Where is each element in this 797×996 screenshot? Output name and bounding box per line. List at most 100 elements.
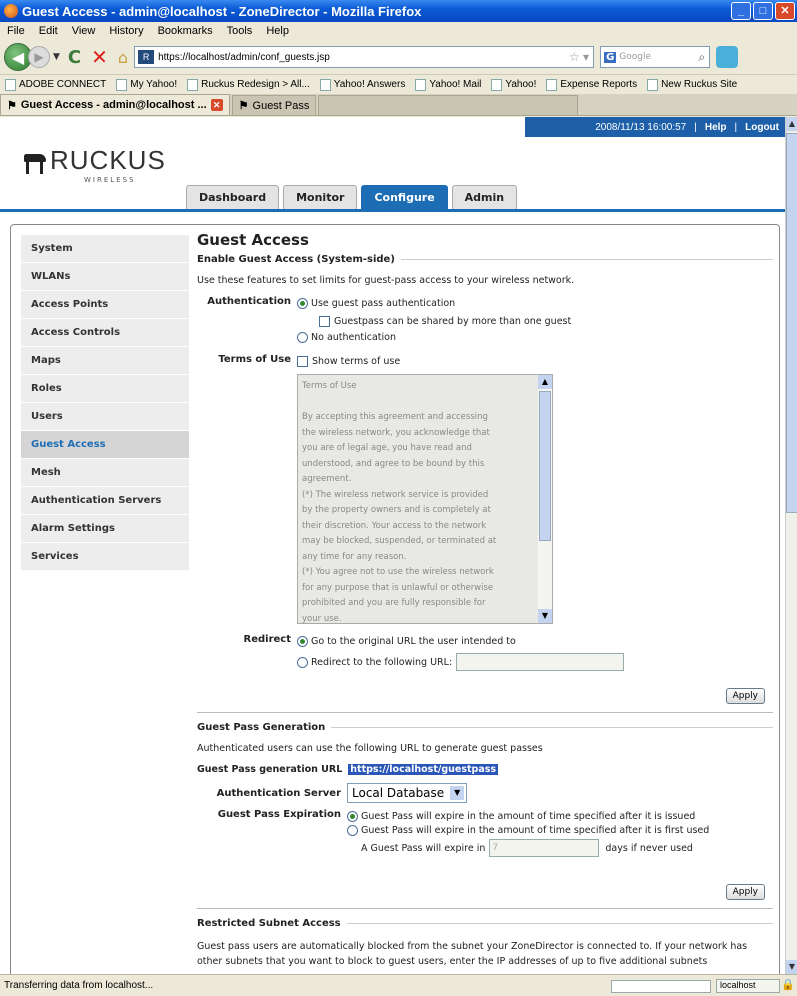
apply-guest-access-button[interactable]: Apply	[725, 688, 765, 704]
minimize-button[interactable]: _	[731, 2, 751, 20]
terms-of-use-textarea[interactable]: Terms of Use By accepting this agreement…	[297, 374, 553, 624]
bookmark-page-icon	[116, 78, 128, 91]
guest-pass-generation-section: Guest Pass Generation Authenticated user…	[197, 719, 773, 909]
sidebar-item-wlans[interactable]: WLANs	[21, 263, 189, 291]
sidebar-item-services[interactable]: Services	[21, 543, 189, 571]
sidebar-item-access-points[interactable]: Access Points	[21, 291, 189, 319]
zonedirector-header: RUCKUS WIRELESS 2008/11/13 16:00:57 | He…	[0, 117, 785, 212]
redirect-url-label: Redirect to the following URL:	[311, 656, 453, 668]
section-heading: Restricted Subnet Access	[197, 915, 773, 931]
expire-after-first-use-radio[interactable]	[347, 824, 358, 836]
expire-suffix-text: days if never used	[605, 842, 693, 854]
bookmark-item[interactable]: New Ruckus Site	[642, 78, 742, 91]
sidebar-item-guest-access[interactable]: Guest Access	[21, 431, 189, 459]
sidebar-item-authentication-servers[interactable]: Authentication Servers	[21, 487, 189, 515]
auth-server-select[interactable]: Local Database ▼	[347, 783, 468, 803]
sidebar-item-mesh[interactable]: Mesh	[21, 459, 189, 487]
menu-bookmarks[interactable]: Bookmarks	[151, 25, 220, 37]
menu-help[interactable]: Help	[259, 25, 296, 37]
ruckus-dog-icon	[22, 148, 50, 174]
close-window-button[interactable]: ✕	[775, 2, 795, 20]
help-link[interactable]: Help	[705, 122, 727, 133]
tab-monitor[interactable]: Monitor	[283, 185, 358, 209]
search-input[interactable]: G Google ⌕	[600, 46, 711, 68]
tab-guest-access[interactable]: ⚑ Guest Access - admin@localhost ... ✕	[0, 94, 230, 115]
expire-after-issued-radio[interactable]	[347, 810, 358, 822]
section-intro: Authenticated users can use the followin…	[197, 743, 543, 754]
timestamp: 2008/11/13 16:00:57	[595, 121, 687, 133]
menu-edit[interactable]: Edit	[32, 25, 65, 37]
reload-icon[interactable]: C	[68, 47, 81, 68]
shared-guestpass-checkbox[interactable]	[319, 315, 330, 327]
tab-label: Guest Access - admin@localhost ...	[20, 99, 207, 111]
bookmark-item[interactable]: ADOBE CONNECT	[0, 78, 111, 91]
redirect-label: Redirect	[243, 634, 292, 645]
forward-arrow-icon[interactable]: ▶	[28, 46, 50, 68]
scroll-up-icon[interactable]: ▲	[786, 117, 797, 131]
sidebar-item-maps[interactable]: Maps	[21, 347, 189, 375]
bookmark-item[interactable]: Yahoo! Mail	[410, 78, 486, 91]
tab-guest-pass[interactable]: ⚑ Guest Pass	[231, 95, 317, 115]
bookmark-item[interactable]: Expense Reports	[541, 78, 642, 91]
tab-dashboard[interactable]: Dashboard	[186, 185, 280, 209]
menu-file[interactable]: File	[0, 25, 32, 37]
menu-view[interactable]: View	[65, 25, 103, 37]
maximize-button[interactable]: □	[753, 2, 773, 20]
scroll-down-icon[interactable]: ▼	[538, 609, 552, 623]
apply-guest-pass-button[interactable]: Apply	[725, 884, 765, 900]
bookmark-item[interactable]: Yahoo! Answers	[315, 78, 411, 91]
sidebar-item-access-controls[interactable]: Access Controls	[21, 319, 189, 347]
bookmark-item[interactable]: My Yahoo!	[111, 78, 182, 91]
sidebar-item-system[interactable]: System	[21, 235, 189, 263]
terms-scrollbar[interactable]: ▲ ▼	[538, 375, 552, 623]
guest-access-section: Enable Guest Access (System-side) Use th…	[197, 251, 773, 713]
show-terms-checkbox[interactable]	[297, 355, 308, 367]
logout-link[interactable]: Logout	[745, 122, 779, 133]
redirect-url-input[interactable]	[456, 653, 625, 671]
extension-icon[interactable]	[716, 46, 739, 68]
bookmark-page-icon	[5, 78, 16, 91]
tab-configure[interactable]: Configure	[361, 185, 448, 209]
redirect-url-radio[interactable]	[297, 656, 308, 668]
sidebar-item-alarm-settings[interactable]: Alarm Settings	[21, 515, 189, 543]
lock-icon[interactable]: 🔒	[781, 978, 795, 991]
history-dropdown-icon[interactable]: ▼	[53, 52, 60, 62]
sidebar-item-users[interactable]: Users	[21, 403, 189, 431]
header-info-bar: 2008/11/13 16:00:57 | Help | Logout	[525, 117, 785, 137]
scroll-thumb[interactable]	[786, 133, 797, 513]
bookmarks-toolbar: ADOBE CONNECT My Yahoo! Ruckus Redesign …	[0, 74, 797, 94]
no-auth-radio[interactable]	[297, 331, 308, 343]
search-icon[interactable]: ⌕	[698, 50, 705, 65]
sidebar-item-roles[interactable]: Roles	[21, 375, 189, 403]
ruckus-logo: RUCKUS WIRELESS	[22, 145, 166, 184]
header-divider	[0, 209, 785, 212]
page-title: Guest Access	[197, 231, 309, 249]
window-title: Guest Access - admin@localhost - ZoneDir…	[22, 3, 422, 19]
bookmark-star-icon[interactable]: ☆ ▾	[569, 50, 589, 64]
generation-url-value[interactable]: https://localhost/guestpass	[348, 764, 499, 775]
home-icon[interactable]: ⌂	[118, 48, 128, 67]
page-scrollbar[interactable]: ▲ ▼	[785, 117, 797, 974]
tab-admin[interactable]: Admin	[451, 185, 518, 209]
stop-icon[interactable]: ✕	[91, 45, 108, 69]
bookmark-page-icon	[319, 78, 331, 91]
bookmark-page-icon	[187, 78, 199, 91]
progress-bar	[611, 980, 711, 993]
no-auth-label: No authentication	[311, 331, 396, 343]
bookmark-page-icon	[491, 78, 503, 91]
status-bar: Transferring data from localhost... loca…	[0, 974, 797, 996]
main-panel: Guest Access Enable Guest Access (System…	[197, 231, 773, 969]
menu-tools[interactable]: Tools	[220, 25, 260, 37]
bookmark-item[interactable]: Yahoo!	[486, 78, 541, 91]
redirect-original-radio[interactable]	[297, 635, 308, 647]
scroll-down-icon[interactable]: ▼	[786, 960, 797, 974]
scroll-thumb[interactable]	[539, 391, 551, 541]
bookmark-item[interactable]: Ruckus Redesign > All...	[182, 78, 315, 91]
close-tab-icon[interactable]: ✕	[210, 99, 223, 111]
menu-history[interactable]: History	[102, 25, 150, 37]
auth-guest-pass-radio[interactable]	[297, 297, 308, 309]
expire-days-input[interactable]: 7	[489, 839, 600, 857]
scroll-up-icon[interactable]: ▲	[538, 375, 552, 389]
url-bar[interactable]: R https://localhost/admin/conf_guests.js…	[134, 46, 595, 68]
new-tab[interactable]	[318, 95, 579, 115]
